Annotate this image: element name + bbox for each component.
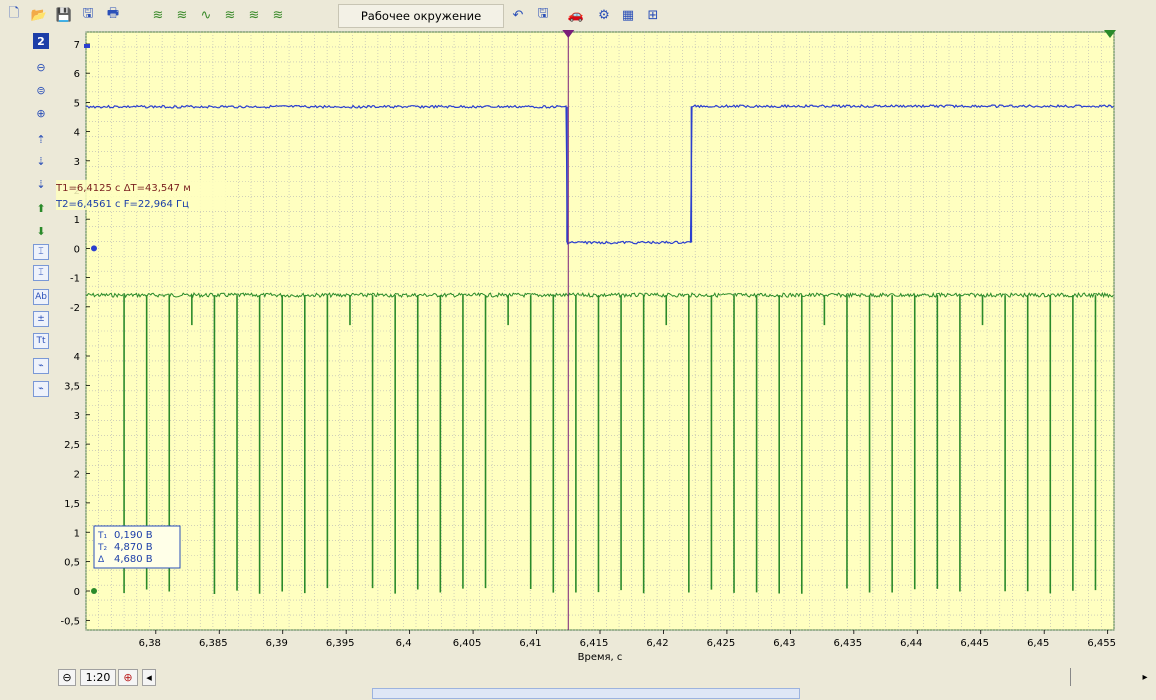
x-tick-label: 6,435 (834, 638, 863, 649)
wave-4-icon[interactable]: ≋ (220, 5, 240, 25)
zoom-bar: ⊖ 1:20 ⊕ ◂ (56, 668, 1128, 686)
y-tick-upper: 3 (74, 157, 80, 168)
green-zero-marker (91, 588, 97, 594)
workspace-label: Рабочее окружение (360, 9, 482, 23)
down-arrow-icon[interactable]: ⬇ (33, 223, 49, 239)
chart-icon[interactable]: ▦ (618, 5, 638, 25)
add-icon[interactable]: ⊞ (643, 5, 663, 25)
scroll-right-button[interactable]: ▸ (1138, 668, 1152, 686)
zoom-in-button[interactable]: ⊕ (118, 669, 138, 686)
y-tick-lower: 4 (74, 352, 80, 363)
save-workspace-icon[interactable]: 🖫 (533, 5, 553, 25)
cursor-icon[interactable]: ⌶ (33, 244, 49, 260)
left-toolbar: ⊖ ⊜ ⊕ ⇡ ⇣ ⇣ ⬆ ⬇ ⌶ ⌶ Ab ± Tt ⌁ ⌁ (0, 30, 56, 660)
wave-6-icon[interactable]: ≋ (268, 5, 288, 25)
text-icon[interactable]: Ab (33, 289, 49, 305)
print-icon[interactable]: 🖶 (103, 5, 123, 25)
y-tick-upper: 1 (74, 215, 80, 226)
channel-badge[interactable]: 2 (33, 33, 49, 49)
save-icon[interactable]: 💾 (54, 5, 74, 25)
x-tick-label: 6,41 (519, 638, 541, 649)
wave-5-icon[interactable]: ≋ (244, 5, 264, 25)
open-folder-icon[interactable]: 📂 (29, 5, 49, 25)
shift-down-icon[interactable]: ⇣ (33, 153, 49, 169)
zoom-level: 1:20 (80, 669, 116, 686)
graph-icon[interactable]: ⌁ (33, 358, 49, 374)
settings-icon[interactable]: ⚙ (594, 5, 614, 25)
zoom-in-icon[interactable]: ⊕ (33, 105, 49, 121)
wave-3-icon[interactable]: ∿ (196, 5, 216, 25)
blue-top-marker (84, 44, 90, 48)
y-tick-lower: 3,5 (64, 381, 80, 392)
zoom-reset-icon[interactable]: ⊜ (33, 82, 49, 98)
up-arrow-icon[interactable]: ⬆ (33, 200, 49, 216)
wave-1-icon[interactable]: ≋ (148, 5, 168, 25)
x-tick-label: 6,45 (1027, 638, 1049, 649)
zoom-out-icon[interactable]: ⊖ (33, 59, 49, 75)
measure-value-row1: 0,190 В (114, 530, 153, 541)
x-tick-label: 6,445 (960, 638, 989, 649)
oscilloscope-plot: 76543210-1-243,532,521,510,50-0,56,386,3… (56, 30, 1116, 663)
x-tick-label: 6,42 (646, 638, 668, 649)
measure-value-row2: 4,870 В (114, 542, 153, 553)
y-tick-lower: 2 (74, 470, 80, 481)
x-tick-label: 6,405 (453, 638, 482, 649)
cursor-t2-info: T2=6,4561 с F=22,964 Гц (56, 199, 189, 210)
y-tick-lower: 0 (74, 587, 80, 598)
car-icon[interactable]: 🚗 (566, 5, 586, 25)
x-tick-label: 6,385 (199, 638, 228, 649)
cursor-info: T1=6,4125 с ΔT=43,547 м T2=6,4561 с F=22,… (56, 180, 226, 210)
x-tick-label: 6,415 (580, 638, 609, 649)
scroll-left-button[interactable]: ◂ (142, 669, 156, 686)
measure-icon: T₂ (97, 543, 107, 553)
y-tick-lower: -0,5 (60, 616, 80, 627)
measurement-box: T₁ 0,190 В T₂ 4,870 В Δ 4,680 В (93, 525, 181, 569)
y-tick-lower: 3 (74, 411, 80, 422)
cursor-2-icon[interactable]: ⌶ (33, 265, 49, 281)
measure-value-row3: 4,680 В (114, 554, 153, 565)
scroll-track[interactable] (1070, 668, 1077, 686)
shift-up-icon[interactable]: ⇡ (33, 131, 49, 147)
x-tick-label: 6,4 (396, 638, 412, 649)
x-tick-label: 6,395 (326, 638, 355, 649)
wave-2-icon[interactable]: ≋ (172, 5, 192, 25)
y-tick-lower: 1 (74, 528, 80, 539)
x-axis-label: Время, с (578, 652, 623, 663)
x-tick-label: 6,44 (900, 638, 922, 649)
labels-icon[interactable]: Tt (33, 333, 49, 349)
shift-down-small-icon[interactable]: ⇣ (33, 176, 49, 192)
new-file-icon[interactable]: 🗋 (4, 5, 24, 25)
save-as-icon[interactable]: 🖫 (78, 5, 98, 25)
workspace-dropdown[interactable]: Рабочее окружение (338, 4, 504, 28)
y-tick-upper: 4 (74, 128, 80, 139)
x-tick-label: 6,425 (707, 638, 736, 649)
main-toolbar: 🗋 📂 💾 🖫 🖶 ≋ ≋ ∿ ≋ ≋ ≋ ↶ 🖫 🚗 ⚙ ▦ ⊞ (0, 0, 1156, 30)
x-tick-label: 6,38 (139, 638, 161, 649)
y-tick-upper: 7 (74, 40, 80, 51)
horizontal-scroll-thumb[interactable] (372, 688, 800, 699)
y-tick-lower: 0,5 (64, 558, 80, 569)
undo-icon[interactable]: ↶ (508, 5, 528, 25)
y-tick-lower: 2,5 (64, 440, 80, 451)
blue-zero-marker (91, 245, 97, 252)
y-tick-upper: -2 (70, 303, 80, 314)
x-tick-label: 6,455 (1087, 638, 1116, 649)
y-tick-upper: 0 (74, 244, 80, 255)
measure-icon: Δ (98, 555, 105, 565)
graph-2-icon[interactable]: ⌁ (33, 381, 49, 397)
y-tick-upper: 6 (74, 69, 80, 80)
x-tick-label: 6,43 (773, 638, 795, 649)
cursor-t1-info: T1=6,4125 с ΔT=43,547 м (56, 183, 191, 194)
zoom-out-button[interactable]: ⊖ (58, 669, 76, 686)
measure-icon: T₁ (97, 531, 107, 541)
measure-icon[interactable]: ± (33, 311, 49, 327)
y-tick-upper: -1 (70, 274, 80, 285)
y-tick-lower: 1,5 (64, 499, 80, 510)
x-tick-label: 6,39 (266, 638, 288, 649)
y-tick-upper: 5 (74, 98, 80, 109)
